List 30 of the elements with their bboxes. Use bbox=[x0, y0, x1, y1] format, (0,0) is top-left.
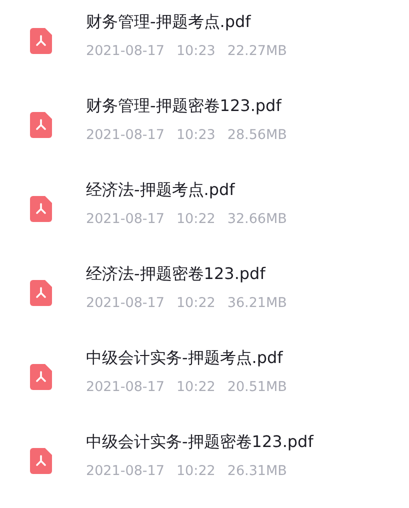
file-size: 26.31MB bbox=[227, 462, 287, 480]
file-size: 20.51MB bbox=[227, 378, 287, 396]
file-name[interactable]: 财务管理-押题密卷123.pdf bbox=[86, 96, 287, 116]
file-date: 2021-08-17 bbox=[86, 42, 164, 60]
file-time: 10:22 bbox=[176, 210, 216, 228]
pdf-file-icon bbox=[30, 448, 52, 474]
file-time: 10:23 bbox=[176, 126, 216, 144]
file-date: 2021-08-17 bbox=[86, 462, 164, 480]
file-date: 2021-08-17 bbox=[86, 294, 164, 312]
file-name[interactable]: 财务管理-押题考点.pdf bbox=[86, 12, 287, 32]
file-size: 32.66MB bbox=[227, 210, 287, 228]
file-time: 10:22 bbox=[176, 462, 216, 480]
file-date: 2021-08-17 bbox=[86, 126, 164, 144]
file-date: 2021-08-17 bbox=[86, 378, 164, 396]
file-size: 36.21MB bbox=[227, 294, 287, 312]
file-time: 10:22 bbox=[176, 378, 216, 396]
file-date: 2021-08-17 bbox=[86, 210, 164, 228]
file-size: 22.27MB bbox=[227, 42, 287, 60]
file-name[interactable]: 经济法-押题密卷123.pdf bbox=[86, 264, 287, 284]
file-name[interactable]: 中级会计实务-押题密卷123.pdf bbox=[86, 432, 314, 452]
pdf-file-icon bbox=[30, 280, 52, 306]
file-name[interactable]: 经济法-押题考点.pdf bbox=[86, 180, 287, 200]
file-size: 28.56MB bbox=[227, 126, 287, 144]
file-time: 10:22 bbox=[176, 294, 216, 312]
pdf-file-icon bbox=[30, 112, 52, 138]
pdf-file-icon bbox=[30, 364, 52, 390]
pdf-file-icon bbox=[30, 196, 52, 222]
pdf-file-icon bbox=[30, 28, 52, 54]
file-time: 10:23 bbox=[176, 42, 216, 60]
file-name[interactable]: 中级会计实务-押题考点.pdf bbox=[86, 348, 287, 368]
